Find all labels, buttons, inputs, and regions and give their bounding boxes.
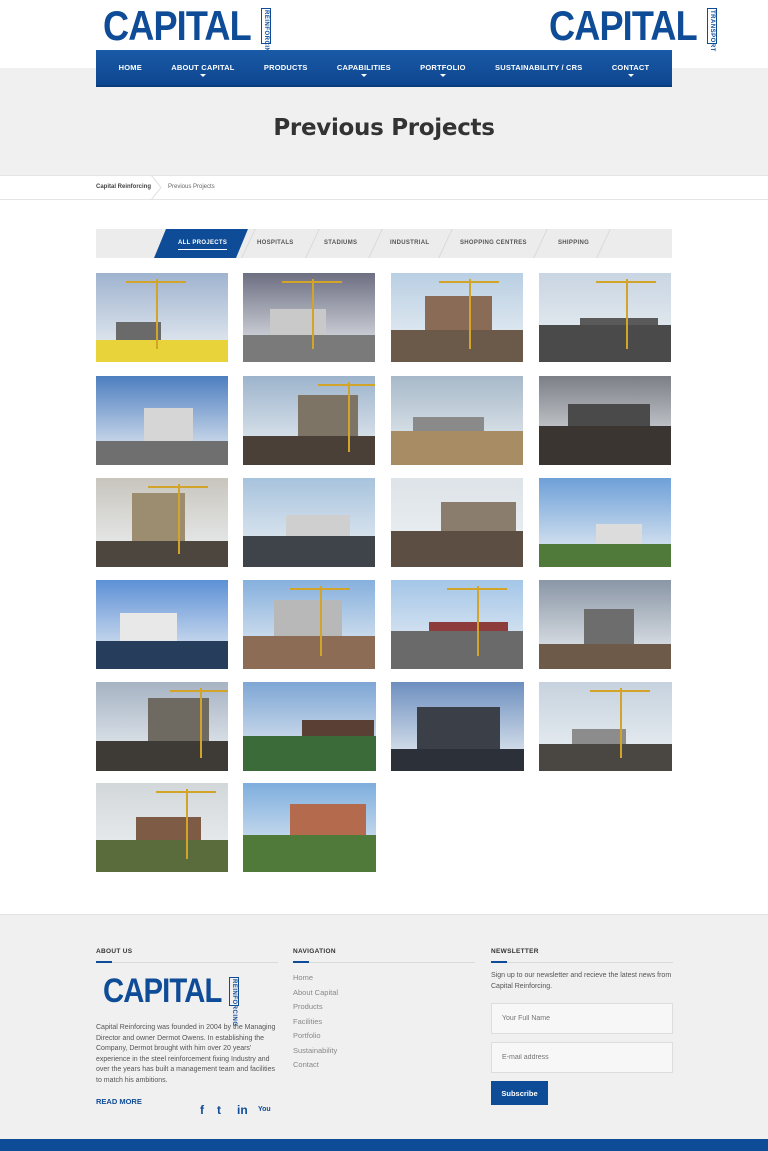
logo-side-text: REINFORCING [228,977,239,1027]
nav-sustainability[interactable]: SUSTAINABILITY / CRS [495,63,582,72]
nav-portfolio[interactable]: PORTFOLIO [420,63,466,77]
project-thumbnail[interactable] [243,478,375,567]
footer-bottom-bar [0,1139,768,1151]
footer-navigation-heading: NAVIGATION [293,948,336,955]
logo-side-text: REINFORCING [260,8,271,58]
nav-label: HOME [118,63,142,72]
main-navigation: HOME ABOUT CAPITAL PRODUCTS CAPABILITIES… [96,50,672,87]
project-thumbnail[interactable] [391,376,523,465]
nav-products[interactable]: PRODUCTS [264,63,308,72]
footer-divider [96,961,278,963]
footer-logo: CAPITAL REINFORCING [103,972,239,1027]
project-thumbnail[interactable] [391,273,523,362]
newsletter-name-input[interactable] [491,1003,673,1034]
caret-down-icon [360,74,367,77]
filter-hospitals[interactable]: HOSPITALS [257,240,294,246]
footer-about-text: Capital Reinforcing was founded in 2004 … [96,1024,276,1084]
nav-label: CAPABILITIES [336,63,391,72]
project-thumbnail[interactable] [96,580,228,669]
breadcrumb-home-link[interactable]: Capital Reinforcing [96,184,151,190]
caret-down-icon [199,74,206,77]
breadcrumb: Capital Reinforcing Previous Projects [0,175,768,200]
filter-all-projects[interactable]: ALL PROJECTS [178,240,228,250]
nav-label: PORTFOLIO [420,63,466,72]
project-thumbnail[interactable] [539,376,671,465]
footer-link-products[interactable]: Products [293,1002,323,1011]
page-title: Previous Projects [273,115,495,141]
project-thumbnail[interactable] [539,682,672,771]
subscribe-button[interactable]: Subscribe [491,1081,548,1105]
project-thumbnail[interactable] [96,376,228,465]
filter-industrial[interactable]: INDUSTRIAL [390,240,429,246]
newsletter-text: Sign up to our newsletter and recieve th… [491,972,672,990]
project-thumbnail[interactable] [539,273,671,362]
newsletter-email-input[interactable] [491,1042,673,1073]
linkedin-icon[interactable]: in [237,1103,248,1117]
youtube-icon[interactable]: You [258,1103,271,1117]
footer-divider [293,961,475,963]
nav-label: CONTACT [611,63,650,72]
filter-shipping[interactable]: SHIPPING [558,240,589,246]
facebook-icon[interactable]: f [200,1103,204,1117]
project-thumbnail[interactable] [96,783,228,872]
footer-newsletter-heading: NEWSLETTER [491,948,539,955]
caret-down-icon [627,74,634,77]
project-thumbnail[interactable] [96,478,228,567]
project-thumbnail[interactable] [96,273,228,362]
project-thumbnail[interactable] [391,580,523,669]
nav-label: ABOUT CAPITAL [171,63,235,72]
caret-down-icon [439,74,446,77]
project-thumbnail[interactable] [391,682,524,771]
footer-about-heading: ABOUT US [96,948,133,955]
breadcrumb-chevron-icon [150,175,162,200]
footer-link-home[interactable]: Home [293,973,313,982]
capital-transport-logo[interactable]: CAPITAL TRANSPORT [549,2,717,52]
project-thumbnail[interactable] [243,376,375,465]
project-thumbnail[interactable] [243,273,375,362]
read-more-link[interactable]: READ MORE [96,1097,142,1106]
project-thumbnail[interactable] [243,580,375,669]
logo-word: CAPITAL [103,972,222,1010]
project-thumbnail[interactable] [243,682,376,771]
filter-shopping-centres[interactable]: SHOPPING CENTRES [460,240,527,246]
project-thumbnail[interactable] [243,783,376,872]
nav-contact[interactable]: CONTACT [611,63,650,77]
project-thumbnail[interactable] [539,478,671,567]
logo-side-text: TRANSPORT [706,8,717,52]
nav-capabilities[interactable]: CAPABILITIES [336,63,391,77]
footer-link-about[interactable]: About Capital [293,988,338,997]
nav-home[interactable]: HOME [119,63,142,72]
project-thumbnail[interactable] [539,580,671,669]
logo-word: CAPITAL [549,2,698,49]
nav-label: SUSTAINABILITY / CRS [495,63,583,72]
twitter-icon[interactable]: t [217,1103,221,1117]
footer-link-sustainability[interactable]: Sustainability [293,1046,337,1055]
capital-reinforcing-logo[interactable]: CAPITAL REINFORCING [103,2,271,58]
footer-link-contact[interactable]: Contact [293,1060,319,1069]
footer-link-facilities[interactable]: Facilities [293,1017,322,1026]
footer-divider [491,961,673,963]
nav-about-capital[interactable]: ABOUT CAPITAL [171,63,235,77]
nav-label: PRODUCTS [263,63,308,72]
project-thumbnail[interactable] [96,682,228,771]
filter-stadiums[interactable]: STADIUMS [324,240,357,246]
footer-link-portfolio[interactable]: Portfolio [293,1031,321,1040]
breadcrumb-current: Previous Projects [168,184,215,190]
project-thumbnail[interactable] [391,478,523,567]
logo-word: CAPITAL [103,2,252,49]
